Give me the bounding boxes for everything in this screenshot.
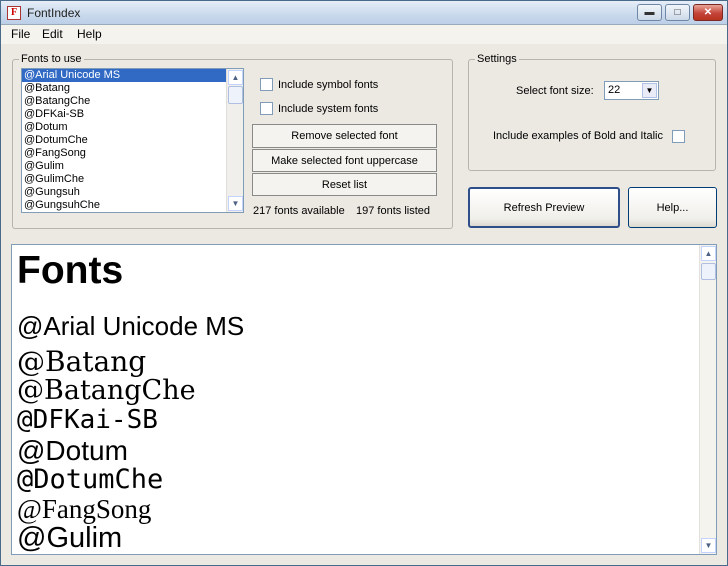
font-list-item[interactable]: @DFKai-SB [22,108,243,121]
settings-group [468,59,716,171]
fonts-available-count: 217 fonts available [253,205,345,217]
font-list-item[interactable]: @Gulim [22,160,243,173]
font-list-item[interactable]: @BatangChe [22,95,243,108]
preview-font-sample: @FangSong [17,494,152,524]
preview-font-sample: @DotumChe [17,464,164,495]
font-list[interactable]: @Arial Unicode MS @Batang @BatangChe @DFKai… [21,68,244,213]
include-symbol-fonts-label: Include symbol fonts [278,79,379,91]
close-button[interactable]: ✕ [693,4,723,21]
remove-selected-font-button[interactable]: Remove selected font [252,124,437,148]
font-size-select[interactable]: 22 ▼ [604,81,659,100]
app-window: F FontIndex ▬ □ ✕ File Edit Help Fonts t… [0,0,728,566]
close-icon: ✕ [703,7,713,18]
bold-italic-label: Include examples of Bold and Italic [493,130,663,142]
settings-group-legend: Settings [475,53,519,65]
font-list-item[interactable]: @GungsuhChe [22,199,243,212]
font-list-item[interactable]: @GulimChe [22,173,243,186]
preview-heading: Fonts [17,249,124,292]
font-list-item[interactable]: @Arial Unicode MS [22,69,243,82]
maximize-icon: □ [674,7,681,18]
minimize-icon: ▬ [644,7,655,18]
bold-italic-checkbox[interactable] [672,130,685,143]
preview-font-sample: @Gulim [17,522,123,554]
preview-font-sample: @Arial Unicode MS [17,311,245,341]
font-list-item[interactable]: @Gungsuh [22,186,243,199]
font-size-value: 22 [608,84,621,96]
preview-font-sample: @Dotum [17,435,128,466]
preview-font-sample: @DFKai-SB [17,405,158,435]
font-list-item[interactable]: @Dotum [22,121,243,134]
reset-list-button[interactable]: Reset list [252,173,437,196]
fonts-listed-count: 197 fonts listed [356,205,430,217]
checkbox-box-icon[interactable] [260,102,273,115]
scroll-up-icon[interactable]: ▲ [228,70,243,85]
checkbox-box-icon[interactable] [260,78,273,91]
minimize-button[interactable]: ▬ [637,4,662,21]
include-system-fonts-label: Include system fonts [278,103,379,115]
preview-font-sample: @Batang [17,345,147,378]
menu-edit[interactable]: Edit [42,27,63,41]
scroll-down-icon[interactable]: ▼ [228,196,243,211]
client-area: Fonts to use @Arial Unicode MS @Batang @Ba… [1,44,727,565]
menu-file[interactable]: File [11,27,30,41]
window-title: FontIndex [27,6,81,20]
scroll-down-icon[interactable]: ▼ [701,538,716,553]
menu-bar: File Edit Help [1,25,727,44]
font-list-item[interactable]: @Batang [22,82,243,95]
app-logo-icon: F [7,6,21,20]
help-button[interactable]: Help... [628,187,717,228]
include-system-fonts-checkbox[interactable]: Include system fonts [260,102,378,115]
menu-help[interactable]: Help [77,27,102,41]
make-uppercase-button[interactable]: Make selected font uppercase [252,149,437,172]
title-bar[interactable]: F FontIndex ▬ □ ✕ [1,1,727,25]
chevron-down-icon[interactable]: ▼ [642,83,657,98]
font-list-scrollbar[interactable]: ▲ ▼ [226,69,243,212]
include-symbol-fonts-checkbox[interactable]: Include symbol fonts [260,78,378,91]
preview-font-sample: @BatangChe [17,375,196,406]
scroll-up-icon[interactable]: ▲ [701,246,716,261]
maximize-button[interactable]: □ [665,4,690,21]
refresh-preview-button[interactable]: Refresh Preview [468,187,620,228]
font-size-label: Select font size: [516,85,594,97]
scroll-thumb[interactable] [228,86,243,104]
font-list-item[interactable]: @DotumChe [22,134,243,147]
fonts-group-legend: Fonts to use [19,53,84,65]
scroll-thumb[interactable] [701,263,716,280]
preview-scrollbar[interactable]: ▲ ▼ [699,245,716,554]
font-list-item[interactable]: @FangSong [22,147,243,160]
font-preview-area[interactable]: Fonts @Arial Unicode MS @Batang @BatangChe… [11,244,717,555]
